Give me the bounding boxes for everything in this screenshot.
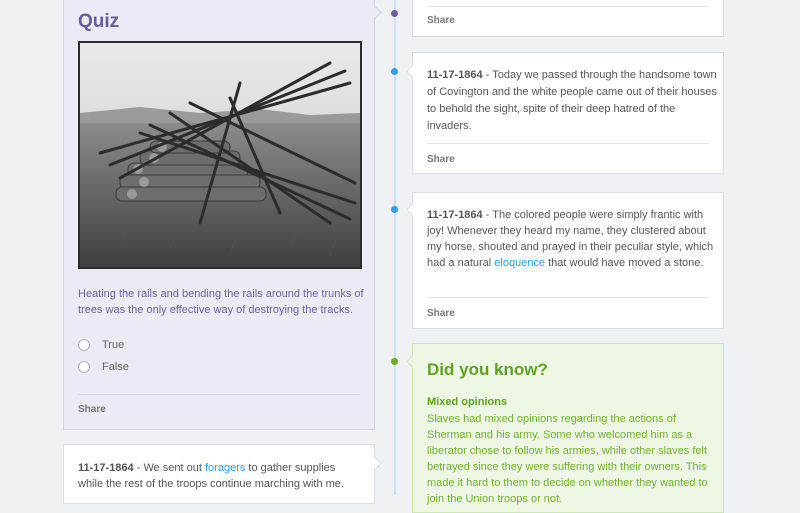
quiz-option-true[interactable]: True [78, 338, 124, 352]
quiz-title: Quiz [78, 11, 120, 32]
journal-entry-text: 11-17-1864 - The colored people were sim… [427, 207, 717, 271]
journal-entry-card: 11-17-1864 - The colored people were sim… [412, 192, 724, 329]
did-you-know-subtitle: Mixed opinions [427, 396, 508, 408]
quiz-photo [78, 41, 362, 269]
divider [78, 394, 360, 395]
divider [427, 6, 709, 7]
journal-entry-text: 11-17-1864 - We sent out foragers to gat… [78, 460, 363, 492]
entry-text: - We sent out [133, 462, 205, 474]
timeline-dot [391, 10, 398, 17]
entry-date: 11-17-1864 [78, 462, 134, 474]
did-you-know-card: Did you know? Mixed opinions Slaves had … [412, 343, 724, 513]
journal-entry-card: Share [412, 0, 724, 37]
quiz-option-false[interactable]: False [78, 360, 129, 374]
did-you-know-body: Slaves had mixed opinions regarding the … [427, 413, 708, 505]
journal-entry-card: 11-17-1864 - Today we passed through the… [412, 52, 724, 174]
quiz-option-label: False [102, 361, 129, 373]
share-button[interactable]: Share [427, 15, 455, 26]
quiz-question: Heating the rails and bending the rails … [78, 288, 364, 316]
entry-text: that would have moved a stone. [545, 257, 704, 269]
quiz-option-label: True [102, 339, 125, 351]
quiz-card: Quiz Heating the rails and bending the r… [63, 0, 375, 430]
entry-date: 11-17-1864 [427, 209, 483, 221]
share-button[interactable]: Share [427, 154, 455, 165]
share-button[interactable]: Share [78, 404, 106, 415]
entry-date: 11-17-1864 [427, 69, 483, 81]
radio-button[interactable] [78, 339, 90, 351]
radio-button[interactable] [78, 361, 90, 373]
foragers-link[interactable]: foragers [205, 462, 245, 474]
divider [427, 297, 709, 298]
timeline-dot [391, 358, 398, 365]
eloquence-link[interactable]: eloquence [494, 257, 545, 269]
did-you-know-title: Did you know? [427, 360, 548, 379]
divider [427, 143, 709, 144]
timeline-dot [391, 68, 398, 75]
timeline-dot [391, 206, 398, 213]
journal-entry-card: 11-17-1864 - We sent out foragers to gat… [63, 444, 375, 504]
journal-entry-text: 11-17-1864 - Today we passed through the… [427, 67, 717, 135]
share-button[interactable]: Share [427, 308, 455, 319]
